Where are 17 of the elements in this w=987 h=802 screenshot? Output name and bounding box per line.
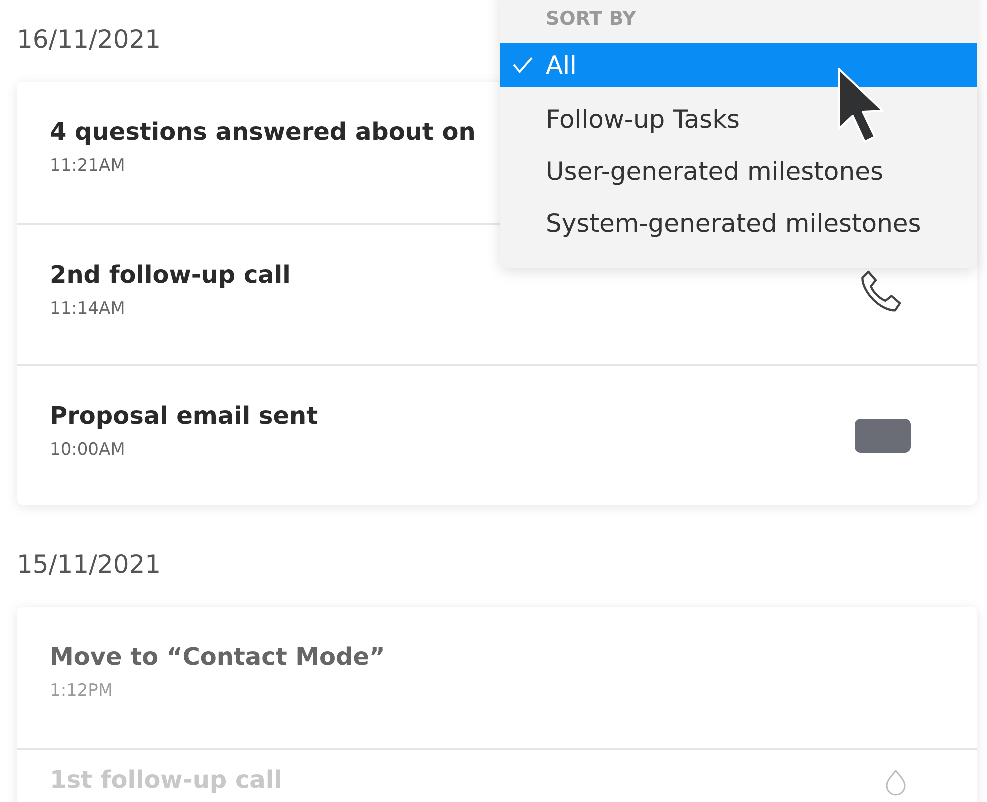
date-heading: 15/11/2021 bbox=[17, 549, 162, 581]
item-title: Proposal email sent bbox=[50, 402, 318, 430]
item-title: 4 questions answered about on bbox=[50, 118, 476, 146]
item-title: Move to “Contact Mode” bbox=[50, 643, 386, 671]
item-time: 10:00AM bbox=[50, 440, 126, 460]
item-time: 11:21AM bbox=[50, 156, 126, 176]
date-heading: 16/11/2021 bbox=[17, 24, 162, 56]
menu-header: SORT BY bbox=[545, 8, 638, 32]
check-icon bbox=[512, 56, 534, 74]
item-time: 1:12PM bbox=[50, 681, 114, 701]
item-time: 11:14AM bbox=[50, 299, 126, 319]
menu-item[interactable]: User-generated milestones bbox=[500, 145, 977, 197]
menu-item[interactable]: Follow-up Tasks bbox=[500, 93, 977, 145]
timeline-item[interactable]: Proposal email sent 10:00AM bbox=[17, 364, 977, 505]
message-icon bbox=[855, 418, 911, 452]
timeline-item[interactable]: Move to “Contact Mode” 1:12PM bbox=[17, 607, 977, 748]
item-title: 2nd follow-up call bbox=[50, 261, 291, 289]
